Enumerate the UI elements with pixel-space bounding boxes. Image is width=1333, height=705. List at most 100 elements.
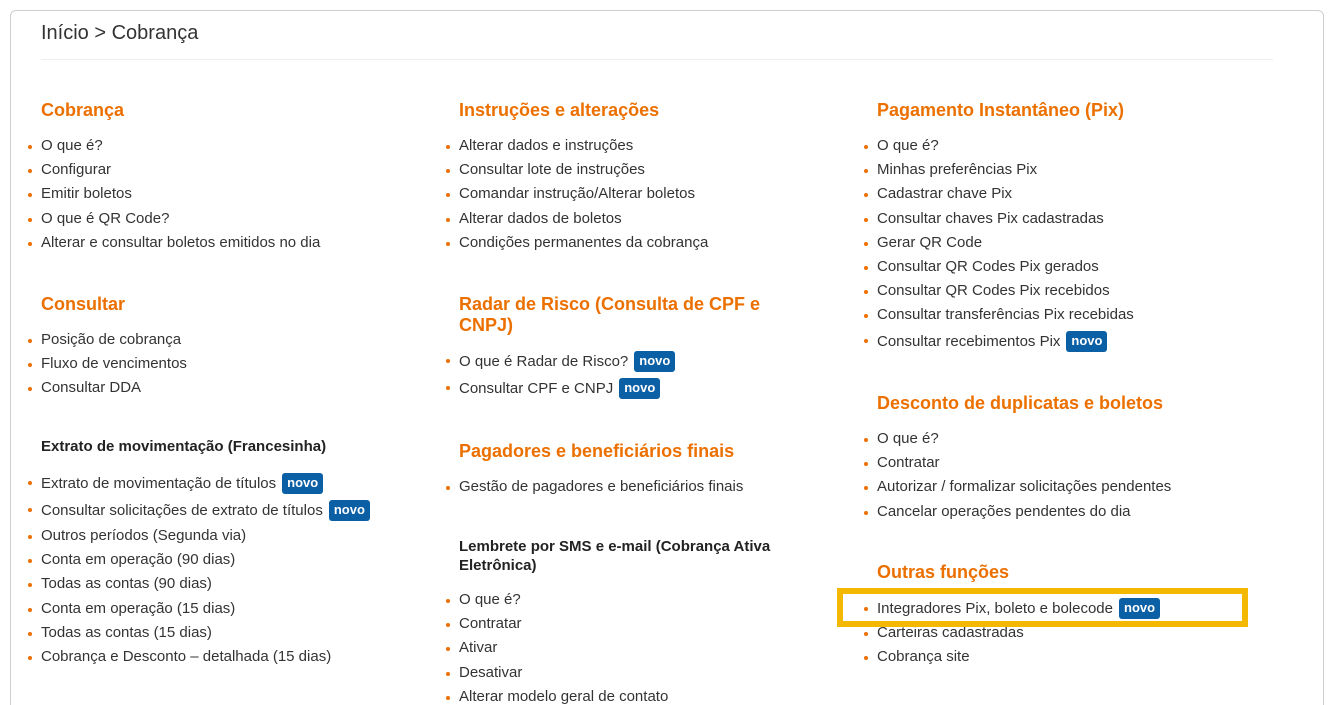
list-item[interactable]: Gestão de pagadores e beneficiários fina… <box>445 475 743 499</box>
list-item[interactable]: Alterar dados e instruções <box>445 134 708 158</box>
list-item[interactable]: Consultar recebimentos Pix novo <box>864 328 1134 355</box>
list-item[interactable]: Gerar QR Code <box>864 231 1134 255</box>
link-autorizar-solicitacoes[interactable]: Autorizar / formalizar solicitações pend… <box>877 478 1171 495</box>
novo-badge: novo <box>282 473 324 494</box>
link-condicoes-permanentes[interactable]: Condições permanentes da cobrança <box>459 234 708 251</box>
section-title-consultar: Consultar <box>41 294 126 314</box>
list-item[interactable]: Todas as contas (15 dias) <box>28 621 370 645</box>
list-item[interactable]: O que é? <box>445 588 668 612</box>
list-item[interactable]: Consultar lote de instruções <box>445 158 708 182</box>
list-item[interactable]: O que é? <box>27 134 320 158</box>
link-gerar-qr-code[interactable]: Gerar QR Code <box>877 234 982 251</box>
link-posicao-cobranca[interactable]: Posição de cobrança <box>41 331 181 348</box>
link-consultar-cpf-cnpj[interactable]: Consultar CPF e CNPJ <box>459 380 613 397</box>
link-consultar-chaves-pix[interactable]: Consultar chaves Pix cadastradas <box>877 210 1104 227</box>
list-item[interactable]: Contratar <box>863 451 1171 475</box>
list-item[interactable]: Consultar QR Codes Pix recebidos <box>864 279 1134 303</box>
list-item[interactable]: Configurar <box>27 158 320 182</box>
list-item[interactable]: Conta em operação (90 dias) <box>28 548 370 572</box>
link-desconto-contratar[interactable]: Contratar <box>877 454 940 471</box>
list-item[interactable]: Consultar chaves Pix cadastradas <box>864 207 1134 231</box>
list-item[interactable]: Consultar transferências Pix recebidas <box>864 303 1134 327</box>
link-alterar-dados-boletos[interactable]: Alterar dados de boletos <box>459 210 622 227</box>
list-item[interactable]: Consultar CPF e CNPJ novo <box>445 375 675 402</box>
link-qr-codes-gerados[interactable]: Consultar QR Codes Pix gerados <box>877 258 1099 275</box>
list-item[interactable]: O que é Radar de Risco? novo <box>445 348 676 375</box>
list-item[interactable]: Condições permanentes da cobrança <box>445 231 708 255</box>
link-lembrete-ativar[interactable]: Ativar <box>459 639 497 656</box>
link-cancelar-operacoes[interactable]: Cancelar operações pendentes do dia <box>877 503 1131 520</box>
link-alterar-consultar-boletos[interactable]: Alterar e consultar boletos emitidos no … <box>41 234 320 251</box>
link-o-que-e[interactable]: O que é? <box>41 137 103 154</box>
list-item[interactable]: Conta em operação (15 dias) <box>28 597 370 621</box>
link-consultar-dda[interactable]: Consultar DDA <box>41 379 141 396</box>
list-item[interactable]: Ativar <box>445 636 668 660</box>
link-todas-contas-15[interactable]: Todas as contas (15 dias) <box>41 624 212 641</box>
list-item[interactable]: Cadastrar chave Pix <box>864 182 1134 206</box>
novo-badge: novo <box>634 351 676 372</box>
link-cobranca-site[interactable]: Cobrança site <box>877 648 970 665</box>
list-item[interactable]: O que é QR Code? <box>27 207 320 231</box>
link-conta-operacao-15[interactable]: Conta em operação (15 dias) <box>41 600 235 617</box>
link-extrato-titulos[interactable]: Extrato de movimentação de títulos <box>41 475 276 492</box>
section-title-radar-line2: CNPJ) <box>459 315 514 335</box>
link-conta-operacao-90[interactable]: Conta em operação (90 dias) <box>41 551 235 568</box>
list-item[interactable]: Consultar QR Codes Pix gerados <box>864 255 1134 279</box>
list-item[interactable]: Alterar e consultar boletos emitidos no … <box>27 231 320 255</box>
list-item[interactable]: Emitir boletos <box>27 182 320 206</box>
list-item[interactable]: Fluxo de vencimentos <box>28 352 187 376</box>
list-item[interactable]: O que é? <box>864 134 1134 158</box>
link-consultar-lote[interactable]: Consultar lote de instruções <box>459 161 645 178</box>
novo-badge: novo <box>328 500 370 521</box>
list-item[interactable]: Todas as contas (90 dias) <box>28 572 370 596</box>
link-fluxo-vencimentos[interactable]: Fluxo de vencimentos <box>41 355 187 372</box>
list-radar: O que é Radar de Risco? novo Consultar CP… <box>445 348 676 402</box>
link-lembrete-desativar[interactable]: Desativar <box>459 664 522 681</box>
list-item[interactable]: Cobrança e Desconto – detalhada (15 dias… <box>28 645 370 669</box>
link-configurar[interactable]: Configurar <box>41 161 111 178</box>
link-cadastrar-chave-pix[interactable]: Cadastrar chave Pix <box>877 185 1012 202</box>
link-cobranca-desconto-detalhada[interactable]: Cobrança e Desconto – detalhada (15 dias… <box>41 648 331 665</box>
list-item[interactable]: Outros períodos (Segunda via) <box>28 524 370 548</box>
link-desconto-o-que-e[interactable]: O que é? <box>877 430 939 447</box>
list-item[interactable]: Comandar instrução/Alterar boletos <box>445 182 708 206</box>
link-alterar-dados-instrucoes[interactable]: Alterar dados e instruções <box>459 137 633 154</box>
link-pix-o-que-e[interactable]: O que é? <box>877 137 939 154</box>
link-o-que-e-qr-code[interactable]: O que é QR Code? <box>41 210 169 227</box>
list-item[interactable]: Contratar <box>445 612 668 636</box>
link-lembrete-o-que-e[interactable]: O que é? <box>459 591 521 608</box>
list-item[interactable]: Extrato de movimentação de títulos novo <box>28 470 370 497</box>
list-item[interactable]: Desativar <box>445 661 668 685</box>
list-item[interactable]: Alterar modelo geral de contato <box>445 685 668 705</box>
link-alterar-modelo-contato[interactable]: Alterar modelo geral de contato <box>459 688 668 705</box>
list-item[interactable]: Autorizar / formalizar solicitações pend… <box>863 475 1171 499</box>
link-todas-contas-90[interactable]: Todas as contas (90 dias) <box>41 575 212 592</box>
novo-badge: novo <box>619 378 661 399</box>
list-item[interactable]: Consultar DDA <box>28 376 187 400</box>
link-recebimentos-pix[interactable]: Consultar recebimentos Pix <box>877 333 1060 350</box>
link-solicitacoes-extrato[interactable]: Consultar solicitações de extrato de tít… <box>41 502 323 519</box>
list-item[interactable]: Alterar dados de boletos <box>445 207 708 231</box>
link-lembrete-contratar[interactable]: Contratar <box>459 615 522 632</box>
breadcrumb: Início > Cobrança <box>41 22 199 44</box>
list-item[interactable]: Minhas preferências Pix <box>864 158 1134 182</box>
link-outros-periodos[interactable]: Outros períodos (Segunda via) <box>41 527 246 544</box>
list-item[interactable]: Posição de cobrança <box>28 328 187 352</box>
link-transferencias-pix[interactable]: Consultar transferências Pix recebidas <box>877 306 1134 323</box>
list-item[interactable]: Cancelar operações pendentes do dia <box>863 500 1171 524</box>
link-gestao-pagadores[interactable]: Gestão de pagadores e beneficiários fina… <box>459 478 743 495</box>
link-qr-codes-recebidos[interactable]: Consultar QR Codes Pix recebidos <box>877 282 1110 299</box>
section-title-extrato: Extrato de movimentação (Francesinha) <box>41 438 327 455</box>
link-o-que-e-radar[interactable]: O que é Radar de Risco? <box>459 353 628 370</box>
link-minhas-preferencias-pix[interactable]: Minhas preferências Pix <box>877 161 1037 178</box>
section-title-desconto: Desconto de duplicatas e boletos <box>877 393 1164 413</box>
list-item[interactable]: Consultar solicitações de extrato de tít… <box>28 497 370 524</box>
section-title-pix: Pagamento Instantâneo (Pix) <box>877 100 1125 120</box>
list-item[interactable]: Cobrança site <box>863 645 1160 669</box>
link-comandar-instrucao[interactable]: Comandar instrução/Alterar boletos <box>459 185 695 202</box>
link-emitir-boletos[interactable]: Emitir boletos <box>41 185 132 202</box>
section-title-instrucoes: Instruções e alterações <box>459 100 660 120</box>
list-item[interactable]: O que é? <box>863 427 1171 451</box>
header-divider <box>41 59 1273 60</box>
list-pagadores: Gestão de pagadores e beneficiários fina… <box>445 475 743 499</box>
